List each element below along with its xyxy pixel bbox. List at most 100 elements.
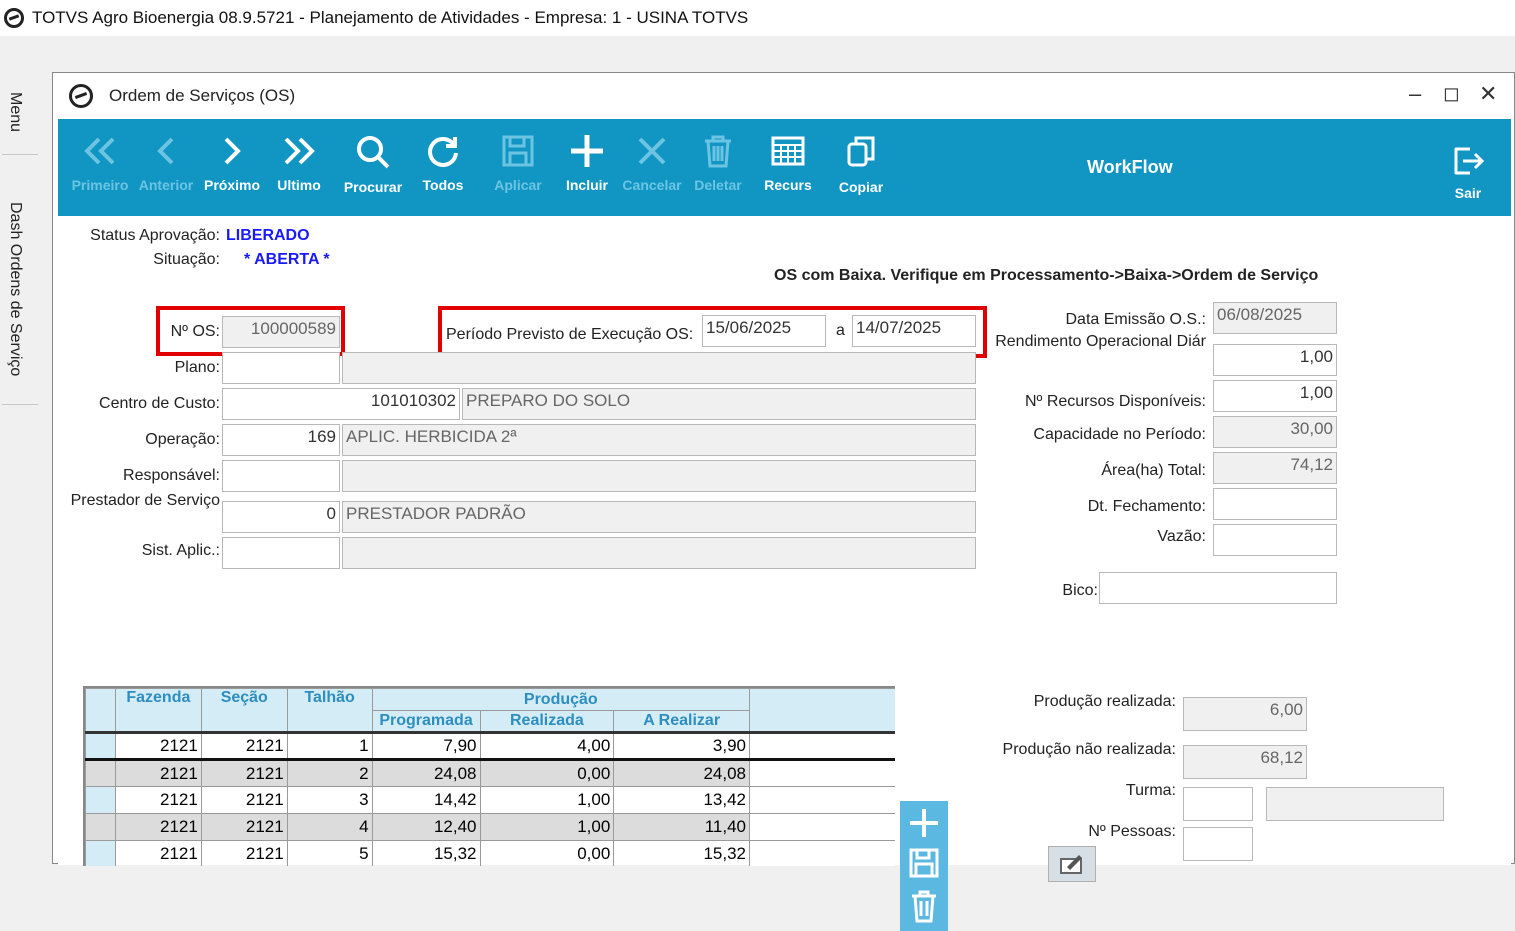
table-row[interactable]: 2121 2121 2 24,08 0,00 24,08 xyxy=(85,759,895,787)
calendar-grid-icon xyxy=(771,136,805,166)
procurar-button[interactable]: Procurar xyxy=(340,119,406,216)
incluir-button[interactable]: Incluir xyxy=(556,119,618,216)
table-cell[interactable]: 3 xyxy=(286,786,373,814)
col-a-realizar[interactable]: A Realizar xyxy=(613,710,751,733)
table-cell[interactable]: 11,40 xyxy=(613,813,751,841)
area-label: Área(ha) Total: xyxy=(1101,462,1206,479)
table-filler-cell xyxy=(749,840,895,866)
search-icon xyxy=(357,136,390,169)
table-cell[interactable]: 0,00 xyxy=(479,840,615,866)
table-cell[interactable]: 2121 xyxy=(200,786,288,814)
table-cell[interactable]: 1,00 xyxy=(479,786,615,814)
row-indicator[interactable] xyxy=(85,786,116,814)
vazao-field[interactable] xyxy=(1213,524,1337,556)
fechamento-label: Dt. Fechamento: xyxy=(1087,498,1206,515)
maximize-icon[interactable]: ◻ xyxy=(1443,81,1460,106)
operacao-code-field[interactable]: 169 xyxy=(222,424,340,456)
aplicar-button[interactable]: Aplicar xyxy=(486,119,550,216)
table-cell[interactable]: 2121 xyxy=(114,813,202,841)
minimize-icon[interactable]: – xyxy=(1409,81,1421,107)
turma-field[interactable] xyxy=(1183,787,1253,821)
operacao-desc-field: APLIC. HERBICIDA 2ª xyxy=(342,424,976,456)
col-talhao[interactable]: Talhão xyxy=(286,688,373,733)
table-cell[interactable]: 15,32 xyxy=(613,840,751,866)
table-cell[interactable]: 3,90 xyxy=(613,732,751,760)
table-cell[interactable]: 24,08 xyxy=(613,759,751,787)
table-cell[interactable]: 2121 xyxy=(200,840,288,866)
deletar-button[interactable]: Deletar xyxy=(688,119,748,216)
table-cell[interactable]: 2121 xyxy=(200,759,288,787)
vazao-label: Vazão: xyxy=(1157,528,1206,545)
table-cell[interactable]: 13,42 xyxy=(613,786,751,814)
workflow-button[interactable]: WorkFlow xyxy=(1087,157,1173,178)
copiar-button[interactable]: Copiar xyxy=(828,119,894,216)
table-cell[interactable]: 5 xyxy=(286,840,373,866)
table-cell[interactable]: 1,00 xyxy=(479,813,615,841)
cancelar-button[interactable]: Cancelar xyxy=(620,119,684,216)
table-cell[interactable]: 2121 xyxy=(114,840,202,866)
table-filler-cell xyxy=(749,732,895,760)
todos-button[interactable]: Todos xyxy=(412,119,474,216)
row-indicator[interactable] xyxy=(85,813,116,841)
row-indicator[interactable] xyxy=(85,732,116,760)
table-cell[interactable]: 2121 xyxy=(114,786,202,814)
plano-field[interactable] xyxy=(222,352,340,384)
recurs-button[interactable]: Recurs xyxy=(756,119,820,216)
table-row[interactable]: 2121 2121 5 15,32 0,00 15,32 xyxy=(85,840,895,866)
table-cell[interactable]: 2121 xyxy=(114,732,202,760)
responsavel-field[interactable] xyxy=(222,460,340,492)
plus-icon xyxy=(571,135,603,167)
row-indicator[interactable] xyxy=(85,840,116,866)
double-chevron-left-icon xyxy=(84,137,115,165)
turma-desc-field xyxy=(1266,787,1444,821)
col-programada[interactable]: Programada xyxy=(371,710,481,733)
recursos-field[interactable]: 1,00 xyxy=(1213,380,1337,412)
ultimo-button[interactable]: Ultimo xyxy=(268,119,330,216)
table-cell[interactable]: 15,32 xyxy=(371,840,481,866)
col-fazenda[interactable]: Fazenda xyxy=(114,688,202,733)
close-icon[interactable]: ✕ xyxy=(1479,81,1497,107)
table-cell[interactable]: 2121 xyxy=(200,732,288,760)
window-titlebar: Ordem de Serviços (OS) – ◻ ✕ xyxy=(53,73,1514,119)
row-indicator[interactable] xyxy=(85,759,116,787)
rendimento-field[interactable]: 1,00 xyxy=(1213,344,1337,376)
table-cell[interactable]: 7,90 xyxy=(371,732,481,760)
proximo-button[interactable]: Próximo xyxy=(202,119,262,216)
refresh-icon xyxy=(428,137,458,167)
table-cell[interactable]: 4 xyxy=(286,813,373,841)
prestador-label: Prestador de Serviço xyxy=(70,492,220,509)
plano-label: Plano: xyxy=(174,359,220,376)
col-realizada[interactable]: Realizada xyxy=(479,710,615,733)
recursos-label: Nº Recursos Disponíveis: xyxy=(1024,393,1206,410)
table-cell[interactable]: 1 xyxy=(286,732,373,760)
prestador-code-field[interactable]: 0 xyxy=(222,501,340,533)
periodo-inicio-field[interactable]: 15/06/2025 xyxy=(702,315,826,347)
sidebar-menu-tab[interactable]: Menu xyxy=(6,92,24,132)
table-cell[interactable]: 0,00 xyxy=(479,759,615,787)
table-cell[interactable]: 12,40 xyxy=(371,813,481,841)
table-row[interactable]: 2121 2121 4 12,40 1,00 11,40 xyxy=(85,813,895,841)
centro-custo-code-field[interactable]: 101010302 xyxy=(222,388,460,420)
table-row[interactable]: 2121 2121 1 7,90 4,00 3,90 xyxy=(85,732,895,760)
table-cell[interactable]: 2121 xyxy=(200,813,288,841)
fechamento-field[interactable] xyxy=(1213,488,1337,520)
sair-button[interactable]: Sair xyxy=(1438,119,1498,216)
plano-desc-field xyxy=(342,352,976,384)
col-secao[interactable]: Seção xyxy=(200,688,288,733)
nos-field[interactable]: 100000589 xyxy=(222,316,340,348)
primeiro-button[interactable]: Primeiro xyxy=(68,119,132,216)
table-cell[interactable]: 2121 xyxy=(114,759,202,787)
table-row[interactable]: 2121 2121 3 14,42 1,00 13,42 xyxy=(85,786,895,814)
bico-field[interactable] xyxy=(1099,572,1337,604)
sist-aplic-field[interactable] xyxy=(222,537,340,569)
table-cell[interactable]: 24,08 xyxy=(371,759,481,787)
edit-button[interactable] xyxy=(1048,846,1096,882)
table-cell[interactable]: 14,42 xyxy=(371,786,481,814)
table-cell[interactable]: 2 xyxy=(286,759,373,787)
pessoas-field[interactable] xyxy=(1183,827,1253,861)
sidebar-dash-tab[interactable]: Dash Ordens de Serviço xyxy=(6,202,24,376)
anterior-button[interactable]: Anterior xyxy=(136,119,196,216)
plus-icon xyxy=(910,809,938,837)
situacao-value: * ABERTA * xyxy=(244,251,330,268)
table-cell[interactable]: 4,00 xyxy=(479,732,615,760)
